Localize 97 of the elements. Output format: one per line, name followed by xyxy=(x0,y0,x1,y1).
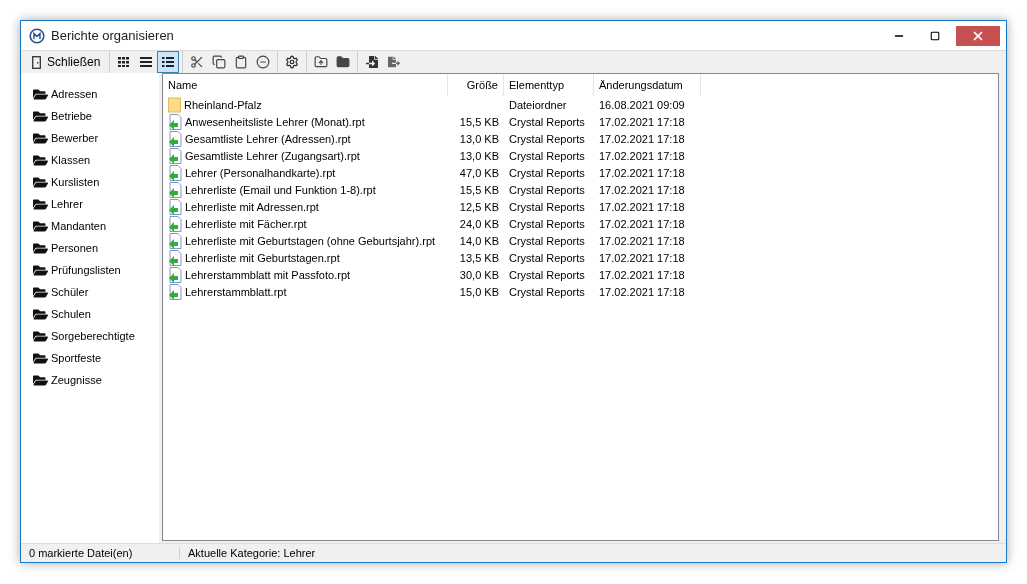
clipboard-icon xyxy=(234,55,249,69)
file-name[interactable]: Lehrerliste (Email und Funktion 1-8).rpt xyxy=(185,183,376,196)
report-file-icon xyxy=(168,232,182,249)
file-name[interactable]: Lehrerliste mit Fächer.rpt xyxy=(185,217,307,230)
report-file-icon xyxy=(168,198,182,215)
file-size: 15,5 KB xyxy=(459,115,499,128)
door-icon xyxy=(32,55,41,69)
folder-up-icon xyxy=(314,55,329,69)
report-file-icon xyxy=(168,113,182,130)
modified-date: 17.02.2021 17:18 xyxy=(599,200,685,213)
report-file-icon xyxy=(168,249,182,266)
modified-date: 17.02.2021 17:18 xyxy=(599,251,685,264)
report-file-icon xyxy=(168,181,182,198)
file-import-icon xyxy=(366,56,379,68)
file-size: 24,0 KB xyxy=(459,217,499,230)
category-item[interactable]: Adressen xyxy=(51,88,98,100)
list-icon xyxy=(140,57,153,67)
file-name[interactable]: Lehrerliste mit Geburtstagen.rpt xyxy=(185,251,340,264)
modified-date: 17.02.2021 17:18 xyxy=(599,183,685,196)
category-item[interactable]: Klassen xyxy=(51,154,91,166)
file-size: 13,0 KB xyxy=(459,149,499,162)
category-item[interactable]: Kurslisten xyxy=(51,176,100,188)
selection-count: 0 markierte Datei(en) xyxy=(29,547,133,559)
folder-icon xyxy=(168,96,181,113)
category-item[interactable]: Sportfeste xyxy=(51,352,102,364)
report-file-icon xyxy=(168,130,182,147)
category-item[interactable]: Schulen xyxy=(51,308,91,320)
file-size: 15,5 KB xyxy=(459,183,499,196)
category-item[interactable]: Betriebe xyxy=(51,110,92,122)
modified-date: 17.02.2021 17:18 xyxy=(599,132,685,145)
file-type: Crystal Reports xyxy=(509,251,585,264)
column-header[interactable]: Änderungsdatum xyxy=(594,74,701,96)
category-item[interactable]: Prüfungslisten xyxy=(51,264,121,276)
category-item[interactable]: Zeugnisse xyxy=(51,374,102,386)
close-button[interactable] xyxy=(956,25,1000,46)
column-header[interactable]: Name xyxy=(163,74,448,96)
details-icon xyxy=(162,57,175,67)
file-size: 14,0 KB xyxy=(459,234,499,247)
category-item[interactable]: Schüler xyxy=(51,286,89,298)
modified-date: 17.02.2021 17:18 xyxy=(599,166,685,179)
column-header[interactable]: Elementtyp xyxy=(504,74,594,96)
maximize-icon xyxy=(930,30,940,41)
file-name[interactable]: Gesamtliste Lehrer (Adressen).rpt xyxy=(185,132,351,145)
view-button[interactable] xyxy=(157,51,180,73)
file-size: 30,0 KB xyxy=(459,268,499,281)
modified-date: 17.02.2021 17:18 xyxy=(599,115,685,128)
tiles-icon xyxy=(118,57,131,67)
minus-circle-icon xyxy=(256,55,271,69)
file-size: 47,0 KB xyxy=(459,166,499,179)
report-file-icon xyxy=(168,215,182,232)
report-file-icon xyxy=(168,164,182,181)
file-size: 12,5 KB xyxy=(459,200,499,213)
file-type: Crystal Reports xyxy=(509,268,585,281)
file-type: Crystal Reports xyxy=(509,200,585,213)
report-file-icon xyxy=(168,283,182,300)
current-category: Aktuelle Kategorie: Lehrer xyxy=(188,547,316,559)
modified-date: 17.02.2021 17:18 xyxy=(599,268,685,281)
file-type: Crystal Reports xyxy=(509,115,585,128)
app-logo-icon xyxy=(29,27,45,44)
file-name[interactable]: Gesamtliste Lehrer (Zugangsart).rpt xyxy=(185,149,360,162)
category-item[interactable]: Sorgeberechtigte xyxy=(51,330,135,342)
category-item[interactable]: Mandanten xyxy=(51,220,107,232)
copy-icon xyxy=(212,55,227,69)
modified-date: 16.08.2021 09:09 xyxy=(599,98,685,111)
file-export-icon xyxy=(388,56,401,68)
file-type: Crystal Reports xyxy=(509,132,585,145)
file-size: 13,5 KB xyxy=(459,251,499,264)
file-type: Dateiordner xyxy=(509,98,567,111)
file-type: Crystal Reports xyxy=(509,166,585,179)
file-type: Crystal Reports xyxy=(509,183,585,196)
modified-date: 17.02.2021 17:18 xyxy=(599,285,685,298)
modified-date: 17.02.2021 17:18 xyxy=(599,234,685,247)
file-name[interactable]: Lehrerliste mit Geburtstagen (ohne Geburtsjahr).rpt xyxy=(185,234,436,247)
category-item[interactable]: Bewerber xyxy=(51,132,99,144)
file-name[interactable]: Lehrerstammblatt mit Passfoto.rpt xyxy=(185,268,351,281)
report-file-icon xyxy=(168,266,182,283)
file-size: 15,0 KB xyxy=(459,285,499,298)
file-type: Crystal Reports xyxy=(509,149,585,162)
close-dialog-button[interactable]: Schließen xyxy=(22,51,107,73)
scissors-icon xyxy=(190,55,205,69)
window-title: Berichte organisieren xyxy=(51,28,175,43)
category-item[interactable]: Lehrer xyxy=(51,198,83,210)
file-name[interactable]: Lehrer (Personalhandkarte).rpt xyxy=(185,166,336,179)
file-type: Crystal Reports xyxy=(509,234,585,247)
column-header[interactable]: Größe xyxy=(448,74,504,96)
file-type: Crystal Reports xyxy=(509,217,585,230)
report-file-icon xyxy=(168,147,182,164)
file-size: 13,0 KB xyxy=(459,132,499,145)
file-type: Crystal Reports xyxy=(509,285,585,298)
modified-date: 17.02.2021 17:18 xyxy=(599,149,685,162)
file-name[interactable]: Lehrerstammblatt.rpt xyxy=(185,285,287,298)
file-name[interactable]: Rheinland-Pfalz xyxy=(184,98,262,111)
settings-icon xyxy=(285,55,300,69)
file-name[interactable]: Lehrerliste mit Adressen.rpt xyxy=(185,200,319,213)
category-item[interactable]: Personen xyxy=(51,242,99,254)
file-name[interactable]: Anwesenheitsliste Lehrer (Monat).rpt xyxy=(185,115,365,128)
modified-date: 17.02.2021 17:18 xyxy=(599,217,685,230)
